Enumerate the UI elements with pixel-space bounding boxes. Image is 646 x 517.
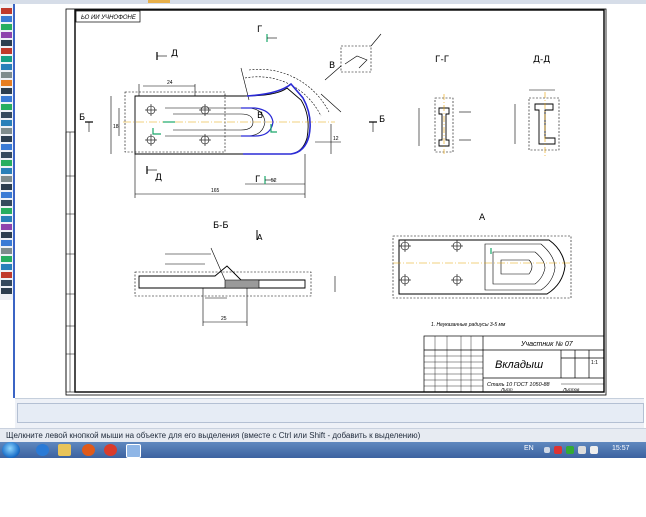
tool-icon[interactable] bbox=[1, 280, 12, 286]
tray-icon[interactable] bbox=[554, 446, 562, 454]
tool-icon[interactable] bbox=[1, 264, 12, 270]
tool-icon[interactable] bbox=[1, 104, 12, 110]
label-d-bottom: Д bbox=[155, 173, 162, 183]
tool-icon[interactable] bbox=[1, 80, 12, 86]
tool-icon[interactable] bbox=[1, 256, 12, 262]
volume-icon[interactable] bbox=[590, 446, 598, 454]
tool-icon[interactable] bbox=[1, 136, 12, 142]
part-title: Вкладыш bbox=[495, 359, 543, 371]
kompas-window: ЬО ИИ УЧНОФОНЕ 165 52 18 12 24 Д Д Б Б Г… bbox=[0, 0, 646, 458]
tool-icon[interactable] bbox=[1, 40, 12, 46]
tool-icon[interactable] bbox=[1, 48, 12, 54]
ie-icon[interactable] bbox=[36, 444, 49, 456]
label-g-top: Г bbox=[257, 25, 263, 35]
tool-icon[interactable] bbox=[1, 56, 12, 62]
tool-icon[interactable] bbox=[1, 16, 12, 22]
tool-icon[interactable] bbox=[1, 32, 12, 38]
dim-25: 25 bbox=[221, 316, 227, 322]
label-b-left: Б bbox=[79, 113, 85, 123]
tool-icon[interactable] bbox=[1, 192, 12, 198]
dim-12: 12 bbox=[333, 136, 339, 142]
sheets-label: Листов bbox=[562, 387, 580, 392]
explorer-icon[interactable] bbox=[58, 444, 71, 456]
label-g-bottom: Г bbox=[255, 175, 261, 185]
tool-icon[interactable] bbox=[1, 208, 12, 214]
tray-arrow-icon[interactable] bbox=[544, 447, 550, 453]
tool-icon[interactable] bbox=[1, 160, 12, 166]
label-d-top: Д bbox=[171, 49, 178, 59]
status-hint: Щелкните левой кнопкой мыши на объекте д… bbox=[0, 428, 646, 442]
tool-icon[interactable] bbox=[1, 64, 12, 70]
title-accent bbox=[148, 0, 170, 3]
network-icon[interactable] bbox=[578, 446, 586, 454]
tool-icon[interactable] bbox=[1, 272, 12, 278]
view-a bbox=[392, 235, 572, 299]
material-label: Сталь 10 ГОСТ 1050-88 bbox=[487, 382, 551, 388]
tool-icon[interactable] bbox=[1, 176, 12, 182]
tool-icon[interactable] bbox=[1, 8, 12, 14]
property-field[interactable] bbox=[17, 403, 644, 423]
section-b-view bbox=[134, 230, 336, 326]
tool-icon[interactable] bbox=[1, 120, 12, 126]
tool-icon[interactable] bbox=[1, 288, 12, 294]
tool-icon[interactable] bbox=[1, 152, 12, 158]
tool-icon[interactable] bbox=[1, 88, 12, 94]
drawing-canvas[interactable]: ЬО ИИ УЧНОФОНЕ 165 52 18 12 24 Д Д Б Б Г… bbox=[15, 4, 646, 398]
main-view bbox=[85, 33, 382, 198]
tech-note: 1. Неуказанные радиусы 3-5 мм bbox=[431, 322, 506, 328]
kompas-task-icon[interactable] bbox=[126, 444, 141, 458]
taskbar: EN 15:57 bbox=[0, 442, 646, 458]
tool-icon[interactable] bbox=[1, 128, 12, 134]
tool-icon[interactable] bbox=[1, 216, 12, 222]
view-a-title: А bbox=[479, 213, 486, 223]
left-toolbar bbox=[0, 4, 14, 300]
drawing-sheet: ЬО ИИ УЧНОФОНЕ 165 52 18 12 24 Д Д Б Б Г… bbox=[65, 8, 607, 396]
tool-icon[interactable] bbox=[1, 184, 12, 190]
tool-icon[interactable] bbox=[1, 232, 12, 238]
start-button[interactable] bbox=[2, 442, 20, 458]
browser-icon[interactable] bbox=[104, 444, 117, 456]
dim-24: 24 bbox=[167, 80, 173, 86]
property-panel bbox=[15, 398, 644, 429]
dim-18: 18 bbox=[113, 124, 119, 130]
dim-overall: 165 bbox=[211, 188, 220, 194]
section-d-title: Д-Д bbox=[533, 55, 550, 65]
clock[interactable]: 15:57 bbox=[612, 445, 630, 452]
tool-icon[interactable] bbox=[1, 112, 12, 118]
section-d-view bbox=[514, 89, 560, 156]
label-a-arrow: А bbox=[257, 233, 263, 242]
tool-icon[interactable] bbox=[1, 24, 12, 30]
media-icon[interactable] bbox=[82, 444, 95, 456]
tool-icon[interactable] bbox=[1, 96, 12, 102]
language-indicator[interactable]: EN bbox=[524, 445, 534, 452]
dim-52: 52 bbox=[271, 178, 277, 184]
tool-icon[interactable] bbox=[1, 200, 12, 206]
label-b-right: Б bbox=[379, 115, 385, 125]
tool-icon[interactable] bbox=[1, 144, 12, 150]
scale-label: 1:1 bbox=[591, 360, 598, 366]
tool-icon[interactable] bbox=[1, 248, 12, 254]
section-g-view bbox=[418, 94, 471, 154]
tool-icon[interactable] bbox=[1, 240, 12, 246]
section-g-title: Г-Г bbox=[435, 55, 449, 65]
stamp-code: ЬО ИИ УЧНОФОНЕ bbox=[81, 15, 137, 21]
tool-icon[interactable] bbox=[1, 168, 12, 174]
tray-icon[interactable] bbox=[566, 446, 574, 454]
tool-icon[interactable] bbox=[1, 72, 12, 78]
tool-icon[interactable] bbox=[1, 224, 12, 230]
student-label: Участник № 07 bbox=[520, 341, 574, 348]
section-b-title: Б-Б bbox=[213, 221, 229, 231]
label-v-main: В bbox=[257, 111, 263, 121]
label-v-detail: В bbox=[329, 61, 335, 71]
sheet-label: Лист bbox=[500, 387, 513, 392]
